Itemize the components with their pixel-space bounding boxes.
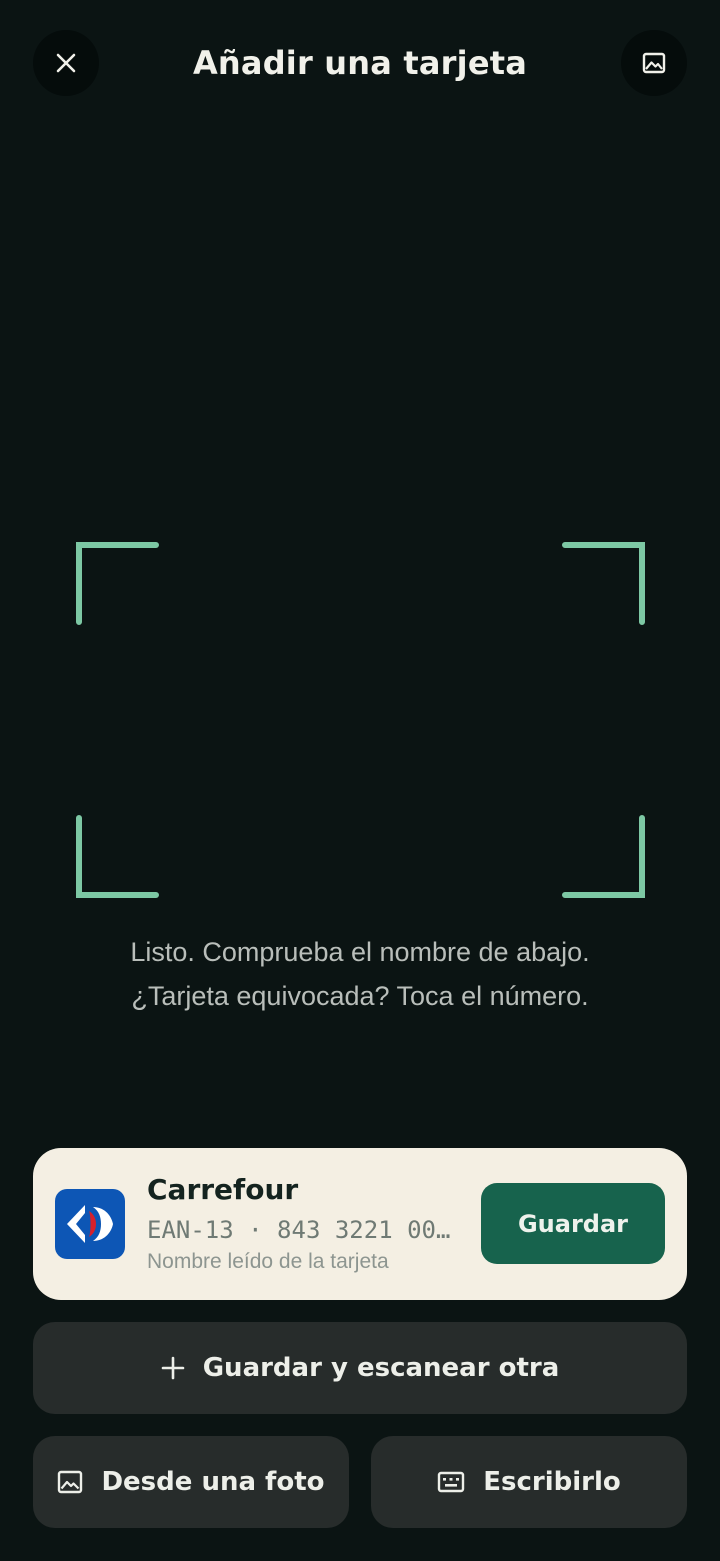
name-source-label: Nombre leído de la tarjeta — [147, 1250, 389, 1273]
type-manually-button[interactable]: Escribirlo — [371, 1436, 687, 1528]
scan-corner-bottom-left — [76, 815, 159, 898]
save-button[interactable]: Guardar — [481, 1183, 665, 1264]
image-icon — [641, 50, 667, 76]
barcode-number[interactable]: EAN-13 · 843 3221 00… — [147, 1214, 465, 1246]
scan-corner-bottom-right — [562, 815, 645, 898]
close-button[interactable] — [33, 30, 99, 96]
save-and-scan-button[interactable]: Guardar y escanear otra — [33, 1322, 687, 1414]
save-and-scan-label: Guardar y escanear otra — [202, 1353, 560, 1383]
type-manually-label: Escribirlo — [483, 1467, 621, 1497]
gallery-button[interactable] — [621, 30, 687, 96]
from-photo-label: Desde una foto — [101, 1467, 325, 1497]
keyboard-icon — [437, 1471, 465, 1493]
scan-hint-line-2: ¿Tarjeta equivocada? Toca el número. — [131, 981, 589, 1011]
scan-hint: Listo. Comprueba el nombre de abajo. ¿Ta… — [40, 930, 680, 1018]
store-name: Carrefour — [147, 1173, 299, 1206]
plus-icon — [161, 1356, 185, 1380]
from-photo-button[interactable]: Desde una foto — [33, 1436, 349, 1528]
scan-frame — [76, 542, 645, 898]
scan-corner-top-right — [562, 542, 645, 625]
close-icon — [55, 52, 77, 74]
scan-hint-line-1: Listo. Comprueba el nombre de abajo. — [130, 937, 590, 967]
scan-corner-top-left — [76, 542, 159, 625]
page-title: Añadir una tarjeta — [192, 44, 528, 82]
result-card: Carrefour EAN-13 · 843 3221 00… Nombre l… — [33, 1148, 687, 1300]
image-icon — [57, 1470, 83, 1494]
carrefour-logo — [55, 1189, 125, 1259]
